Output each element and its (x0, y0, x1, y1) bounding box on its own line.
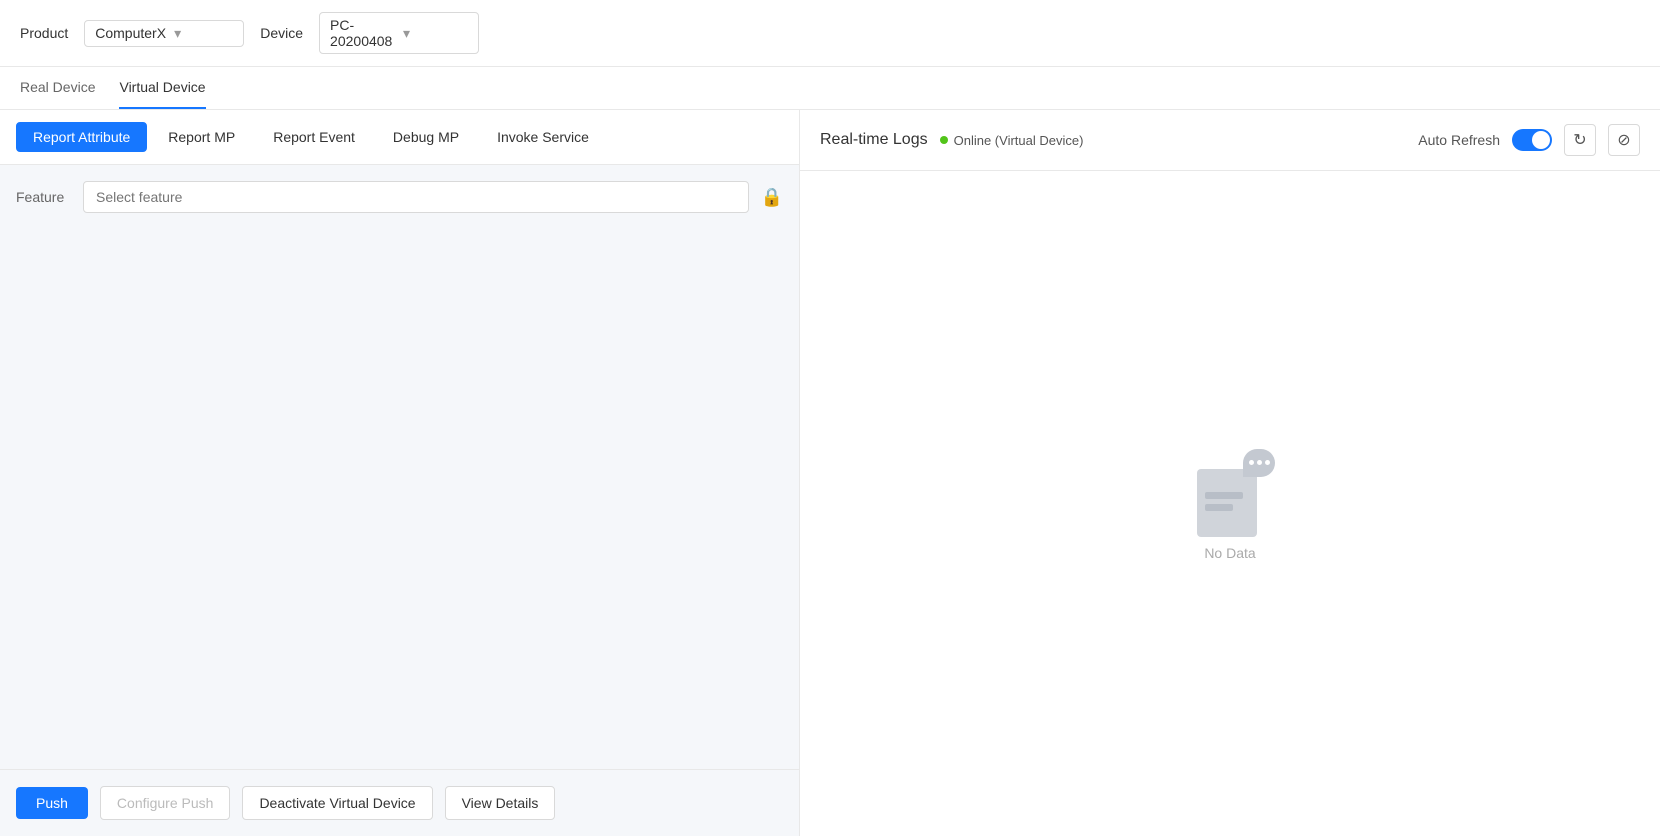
tab-invoke-service[interactable]: Invoke Service (480, 122, 606, 152)
view-details-button[interactable]: View Details (445, 786, 556, 820)
product-chevron-icon: ▾ (174, 25, 233, 42)
feature-label: Feature (16, 189, 71, 205)
no-data-section: No Data (1185, 447, 1275, 561)
right-panel: Real-time Logs Online (Virtual Device) A… (800, 110, 1660, 836)
no-data-illustration (1185, 447, 1275, 537)
feature-input[interactable] (83, 181, 749, 213)
device-label: Device (260, 25, 303, 41)
doc-line2 (1205, 504, 1233, 511)
doc-body (1197, 469, 1257, 537)
tab-report-attribute[interactable]: Report Attribute (16, 122, 147, 152)
auto-refresh-label: Auto Refresh (1418, 132, 1500, 148)
right-header-left: Real-time Logs Online (Virtual Device) (820, 131, 1083, 149)
clear-button[interactable]: ⊘ (1608, 124, 1640, 156)
doc-line1 (1205, 492, 1243, 499)
right-body: No Data (800, 171, 1660, 836)
bottom-actions: Push Configure Push Deactivate Virtual D… (0, 769, 799, 836)
product-label: Product (20, 25, 68, 41)
feature-row: Feature 🔒 (0, 165, 799, 229)
inner-tabs: Report Attribute Report MP Report Event … (0, 110, 799, 165)
chat-dot-3 (1265, 460, 1270, 465)
refresh-button[interactable]: ↻ (1564, 124, 1596, 156)
online-dot-icon (940, 136, 948, 144)
device-select[interactable]: PC-20200408 ▾ (319, 12, 479, 54)
online-status: Online (Virtual Device) (954, 133, 1084, 148)
right-header: Real-time Logs Online (Virtual Device) A… (800, 110, 1660, 171)
chat-dot-2 (1257, 460, 1262, 465)
eraser-icon: ⊘ (1617, 130, 1630, 150)
main-content: Report Attribute Report MP Report Event … (0, 110, 1660, 836)
product-value: ComputerX (95, 25, 166, 41)
right-header-right: Auto Refresh ↻ ⊘ (1418, 124, 1640, 156)
top-bar: Product ComputerX ▾ Device PC-20200408 ▾ (0, 0, 1660, 67)
chat-bubble (1243, 449, 1275, 477)
right-title: Real-time Logs (820, 131, 928, 149)
device-chevron-icon: ▾ (403, 25, 468, 42)
device-tabs-bar: Real Device Virtual Device (0, 67, 1660, 110)
toggle-thumb (1532, 131, 1550, 149)
lock-icon[interactable]: 🔒 (761, 187, 783, 208)
left-panel: Report Attribute Report MP Report Event … (0, 110, 800, 836)
tab-debug-mp[interactable]: Debug MP (376, 122, 476, 152)
refresh-icon: ↻ (1573, 130, 1586, 150)
device-value: PC-20200408 (330, 17, 395, 49)
no-data-label: No Data (1204, 545, 1255, 561)
tab-report-event[interactable]: Report Event (256, 122, 372, 152)
deactivate-button[interactable]: Deactivate Virtual Device (242, 786, 432, 820)
product-select[interactable]: ComputerX ▾ (84, 20, 244, 47)
configure-push-button[interactable]: Configure Push (100, 786, 231, 820)
online-badge: Online (Virtual Device) (940, 133, 1084, 148)
tab-virtual-device[interactable]: Virtual Device (119, 67, 205, 109)
chat-dot-1 (1249, 460, 1254, 465)
panel-body (0, 229, 799, 769)
auto-refresh-toggle[interactable] (1512, 129, 1552, 151)
push-button[interactable]: Push (16, 787, 88, 819)
tab-real-device[interactable]: Real Device (20, 67, 95, 109)
tab-report-mp[interactable]: Report MP (151, 122, 252, 152)
